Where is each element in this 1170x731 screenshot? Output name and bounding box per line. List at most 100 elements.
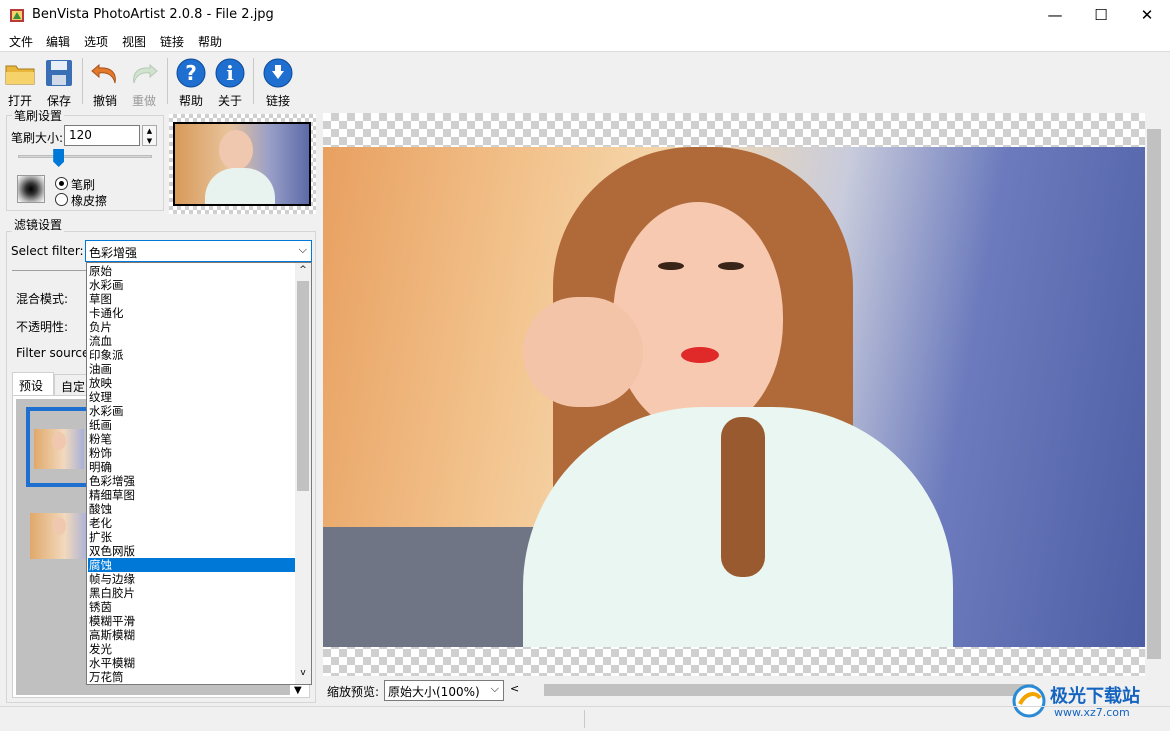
select-filter-label: Select filter: bbox=[11, 244, 84, 258]
preset-thumbnail bbox=[34, 429, 84, 469]
globe-arrow-icon bbox=[262, 57, 294, 89]
brush-size-slider-track[interactable] bbox=[18, 155, 152, 158]
filter-option[interactable]: 万花筒 bbox=[88, 670, 295, 684]
filter-option[interactable]: 水彩画 bbox=[88, 278, 295, 292]
filter-option[interactable]: 原始 bbox=[88, 264, 295, 278]
menu-options[interactable]: 选项 bbox=[84, 33, 108, 50]
menu-file[interactable]: 文件 bbox=[9, 33, 33, 50]
svg-text:i: i bbox=[226, 61, 234, 85]
filter-option[interactable]: 粉饰 bbox=[88, 446, 295, 460]
filter-option[interactable]: 草图 bbox=[88, 292, 295, 306]
menu-help[interactable]: 帮助 bbox=[198, 33, 222, 50]
toolbar-separator bbox=[82, 58, 83, 104]
filter-option[interactable]: 油画 bbox=[88, 362, 295, 376]
filter-option[interactable]: 水彩画 bbox=[88, 404, 295, 418]
opacity-label: 不透明性: bbox=[16, 320, 69, 334]
radio-eraser-label: 橡皮擦 bbox=[71, 194, 108, 208]
menu-edit[interactable]: 编辑 bbox=[46, 33, 70, 50]
maximize-button[interactable]: ☐ bbox=[1078, 0, 1124, 31]
question-icon: ? bbox=[175, 57, 207, 89]
folder-icon bbox=[4, 57, 36, 89]
spin-up-icon[interactable]: ▲ bbox=[143, 126, 156, 136]
filter-option[interactable]: 酸蚀 bbox=[88, 502, 295, 516]
filter-option[interactable]: 色彩增强 bbox=[88, 474, 295, 488]
filter-option[interactable]: 帧与边缘 bbox=[88, 572, 295, 586]
filter-option[interactable]: 流血 bbox=[88, 334, 295, 348]
brush-preview-icon bbox=[17, 175, 45, 203]
canvas-vertical-scrollbar[interactable] bbox=[1145, 113, 1165, 676]
radio-eraser[interactable] bbox=[55, 193, 68, 206]
tab-preset[interactable]: 预设 bbox=[12, 372, 54, 395]
image-canvas[interactable] bbox=[323, 113, 1145, 676]
vertical-scroll-thumb[interactable] bbox=[1147, 129, 1161, 659]
brush-settings-title: 笔刷设置 bbox=[12, 107, 65, 124]
filter-option[interactable]: 发光 bbox=[88, 642, 295, 656]
filter-option[interactable]: 印象派 bbox=[88, 348, 295, 362]
toolbar: 打开 保存 撤销 重做 ? 帮助 i 关于 链接 bbox=[0, 51, 1170, 109]
dropdown-scroll-thumb[interactable] bbox=[297, 281, 309, 491]
open-button[interactable]: 打开 bbox=[0, 57, 40, 108]
filter-option[interactable]: 负片 bbox=[88, 320, 295, 334]
preset-scroll-down-icon[interactable]: ▼ bbox=[294, 685, 302, 696]
filter-option[interactable]: 黑白胶片 bbox=[88, 586, 295, 600]
redo-icon bbox=[128, 57, 160, 89]
filter-option[interactable]: 卡通化 bbox=[88, 306, 295, 320]
svg-text:?: ? bbox=[185, 61, 197, 85]
save-button[interactable]: 保存 bbox=[39, 57, 79, 108]
redo-button[interactable]: 重做 bbox=[124, 57, 164, 108]
zoom-select[interactable]: 原始大小(100%) ⌵ bbox=[384, 680, 504, 701]
filter-select[interactable]: 色彩增强 ⌵ bbox=[85, 240, 312, 262]
filter-option[interactable]: 放映 bbox=[88, 376, 295, 390]
dropdown-scrollbar[interactable]: ^ v bbox=[295, 263, 311, 684]
filter-option[interactable]: 粉笔 bbox=[88, 432, 295, 446]
link-button[interactable]: 链接 bbox=[258, 57, 298, 108]
preset-item[interactable] bbox=[26, 407, 92, 487]
scroll-up-icon[interactable]: ^ bbox=[296, 265, 310, 275]
undo-button[interactable]: 撤销 bbox=[85, 57, 125, 108]
scroll-left-icon[interactable]: < bbox=[510, 682, 519, 695]
chevron-down-icon: ⌵ bbox=[298, 243, 307, 256]
filter-option[interactable]: 扩张 bbox=[88, 530, 295, 544]
thumbnail-image bbox=[175, 124, 309, 204]
scroll-down-icon[interactable]: v bbox=[296, 668, 310, 678]
close-button[interactable]: ✕ bbox=[1124, 0, 1170, 31]
navigator-thumbnail[interactable] bbox=[169, 114, 316, 214]
spin-down-icon[interactable]: ▼ bbox=[143, 136, 156, 146]
minimize-button[interactable]: — bbox=[1032, 0, 1078, 31]
filter-option[interactable]: 水平模糊 bbox=[88, 656, 295, 670]
brush-size-spinner[interactable]: ▲ ▼ bbox=[142, 125, 157, 146]
radio-brush[interactable] bbox=[55, 177, 68, 190]
horizontal-scroll-thumb[interactable] bbox=[544, 684, 1034, 696]
filter-option[interactable]: 高斯模糊 bbox=[88, 628, 295, 642]
filter-option[interactable]: 双色网版 bbox=[88, 544, 295, 558]
filter-option[interactable]: 纹理 bbox=[88, 390, 295, 404]
window-title: BenVista PhotoArtist 2.0.8 - File 2.jpg bbox=[32, 7, 274, 22]
undo-icon bbox=[89, 57, 121, 89]
menu-view[interactable]: 视图 bbox=[122, 33, 146, 50]
help-button[interactable]: ? 帮助 bbox=[171, 57, 211, 108]
info-icon: i bbox=[214, 57, 246, 89]
filter-source-label: Filter source: bbox=[16, 346, 94, 360]
zoom-label: 缩放预览: bbox=[327, 685, 380, 699]
main-photo bbox=[323, 147, 1145, 647]
menu-link[interactable]: 链接 bbox=[160, 33, 184, 50]
filter-option[interactable]: 锈茵 bbox=[88, 600, 295, 614]
filter-dropdown-list[interactable]: 原始 水彩画 草图 卡通化 负片 流血 印象派 油画 放映 纹理 水彩画 纸画 粉笔 粉饰 明确 色彩增强 精细… bbox=[86, 262, 312, 685]
filter-option[interactable]: 老化 bbox=[88, 516, 295, 530]
menu-bar: 文件 编辑 选项 视图 链接 帮助 bbox=[0, 31, 1170, 51]
title-bar: BenVista PhotoArtist 2.0.8 - File 2.jpg … bbox=[0, 0, 1170, 31]
filter-settings-title: 滤镜设置 bbox=[12, 216, 65, 233]
about-button[interactable]: i 关于 bbox=[210, 57, 250, 108]
filter-option[interactable]: 明确 bbox=[88, 460, 295, 474]
toolbar-separator bbox=[253, 58, 254, 104]
preset-item[interactable] bbox=[30, 513, 88, 559]
filter-option[interactable]: 精细草图 bbox=[88, 488, 295, 502]
filter-option[interactable]: 模糊平滑 bbox=[88, 614, 295, 628]
chevron-down-icon: ⌵ bbox=[490, 682, 499, 695]
floppy-disk-icon bbox=[43, 57, 75, 89]
filter-option[interactable]: 腐蚀 bbox=[88, 558, 295, 572]
brush-size-input[interactable]: 120 bbox=[64, 125, 140, 146]
blend-mode-label: 混合模式: bbox=[16, 292, 69, 306]
app-icon bbox=[9, 7, 26, 24]
filter-option[interactable]: 纸画 bbox=[88, 418, 295, 432]
